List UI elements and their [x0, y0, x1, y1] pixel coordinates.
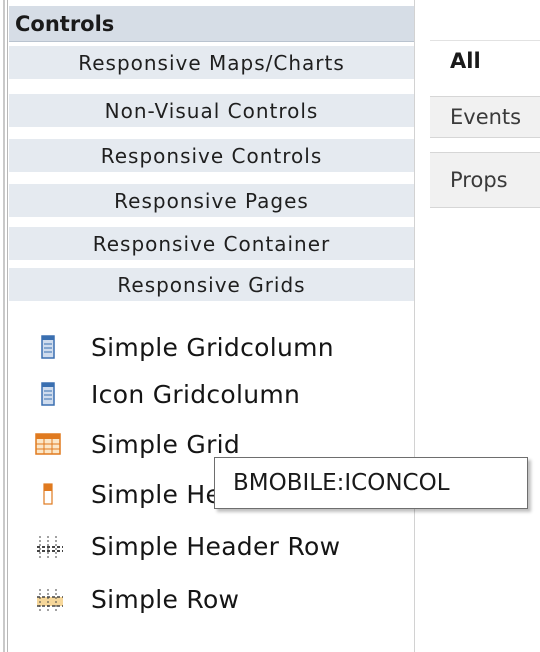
control-item-label: Icon Gridcolumn — [91, 379, 301, 409]
category-responsive-controls[interactable]: Responsive Controls — [9, 139, 414, 175]
panel-divider[interactable] — [414, 0, 429, 652]
category-responsive-pages[interactable]: Responsive Pages — [9, 184, 414, 220]
control-item-label: Simple Gridcolumn — [91, 332, 334, 362]
category-responsive-grids[interactable]: Responsive Grids — [9, 268, 414, 304]
control-item-simple-gridcolumn[interactable]: Simple Gridcolumn — [9, 323, 414, 371]
tab-events[interactable]: Events — [430, 96, 540, 138]
control-item-simple-header-row[interactable]: Simple Header Row — [9, 522, 414, 570]
control-item-icon-gridcolumn[interactable]: Icon Gridcolumn — [9, 370, 414, 418]
grid-icon — [35, 431, 61, 457]
tooltip: BMOBILE:ICONCOL — [214, 457, 528, 509]
header-row-icon — [35, 533, 63, 560]
tab-props[interactable]: Props — [430, 152, 540, 208]
control-item-label: Simple Header Row — [91, 531, 341, 561]
controls-panel: Controls Responsive Maps/Charts Non-Visu… — [9, 0, 414, 652]
control-item-simple-row[interactable]: Simple Row — [9, 575, 414, 623]
header-icon — [35, 481, 61, 507]
control-item-label: Simple Row — [91, 584, 240, 614]
gridcolumn-icon — [35, 334, 61, 360]
category-non-visual-controls[interactable]: Non-Visual Controls — [9, 94, 414, 130]
control-item-label: Simple He — [91, 479, 222, 509]
window-left-edge — [0, 0, 8, 652]
category-responsive-container[interactable]: Responsive Container — [9, 227, 414, 263]
control-item-label: Simple Grid — [91, 429, 241, 459]
row-icon — [35, 586, 63, 613]
icon-gridcolumn-icon — [35, 381, 61, 407]
tab-all[interactable]: All — [430, 40, 540, 82]
category-responsive-maps-charts[interactable]: Responsive Maps/Charts — [9, 46, 414, 82]
panel-title: Controls — [9, 6, 414, 42]
